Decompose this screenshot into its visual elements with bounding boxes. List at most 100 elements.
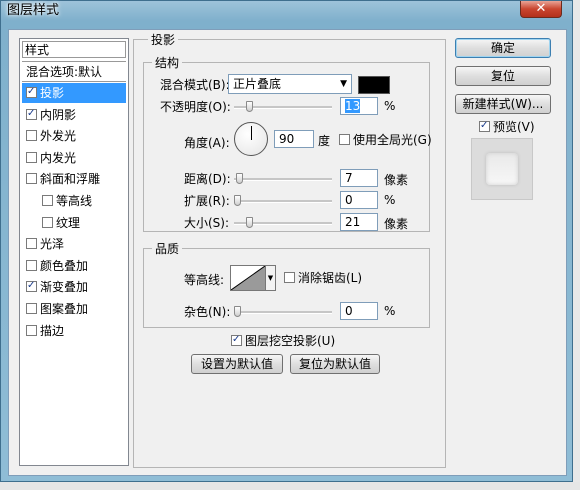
close-icon: ✕ xyxy=(535,1,547,16)
style-item-checkbox[interactable] xyxy=(26,173,37,185)
style-item-label: 投影 xyxy=(40,86,65,100)
quality-title: 品质 xyxy=(152,240,183,257)
background-strip-right xyxy=(573,0,580,490)
style-item[interactable]: 纹理 xyxy=(22,213,126,233)
styles-list: 样式 混合选项:默认 投影内阴影外发光内发光斜面和浮雕等高线纹理光泽颜色叠加渐变… xyxy=(19,38,129,466)
style-item-checkbox[interactable] xyxy=(26,324,37,336)
style-item-checkbox[interactable] xyxy=(26,151,37,163)
contour-label: 等高线: xyxy=(184,273,225,287)
opacity-slider[interactable] xyxy=(234,101,332,112)
title-bar[interactable]: 图层样式 ✕ xyxy=(1,1,572,23)
style-item[interactable]: 描边 xyxy=(22,321,126,341)
angle-unit: 度 xyxy=(318,134,331,148)
style-item[interactable]: 图案叠加 xyxy=(22,299,126,319)
style-item-checkbox[interactable] xyxy=(26,238,37,250)
angle-dial-hand xyxy=(251,126,252,140)
style-item-label: 描边 xyxy=(40,323,65,338)
style-item-label: 内阴影 xyxy=(40,107,77,122)
style-item-checkbox[interactable] xyxy=(42,195,53,206)
shadow-color-swatch[interactable] xyxy=(358,76,390,94)
size-slider-thumb[interactable] xyxy=(246,217,253,228)
global-light-checkbox[interactable]: 使用全局光(G) xyxy=(339,131,432,148)
style-item-checkbox[interactable] xyxy=(26,108,37,120)
contour-linear-icon xyxy=(230,265,266,291)
noise-slider-thumb[interactable] xyxy=(234,306,241,317)
set-default-button[interactable]: 设置为默认值 xyxy=(191,354,283,374)
opacity-input[interactable]: 13 xyxy=(340,97,378,115)
distance-unit: 像素 xyxy=(384,173,409,187)
noise-input[interactable]: 0 xyxy=(340,302,378,320)
preview-checkbox[interactable]: 预览(V) xyxy=(479,118,535,135)
style-item[interactable]: 颜色叠加 xyxy=(22,256,126,276)
knockout-check-box[interactable] xyxy=(231,335,242,346)
close-button[interactable]: ✕ xyxy=(520,1,562,18)
style-item-checkbox[interactable] xyxy=(26,130,37,142)
blend-mode-dropdown[interactable]: 正片叠底 ▼ xyxy=(228,74,352,94)
chevron-down-icon: ▼ xyxy=(340,79,347,89)
angle-input[interactable]: 90 xyxy=(274,130,314,148)
noise-slider[interactable] xyxy=(234,306,332,317)
style-item-label: 纹理 xyxy=(56,215,81,230)
knockout-checkbox[interactable]: 图层挖空投影(U) xyxy=(231,332,335,349)
style-item[interactable]: 外发光 xyxy=(22,126,126,146)
style-item-label: 颜色叠加 xyxy=(40,258,89,273)
drop-shadow-title: 投影 xyxy=(148,31,179,48)
layer-style-dialog: 图层样式 ✕ 样式 混合选项:默认 投影内阴影外发光内发光斜面和浮雕等高线纹理光… xyxy=(0,0,573,482)
reset-button[interactable]: 复位 xyxy=(455,66,551,86)
blend-options-label: 混合选项:默认 xyxy=(26,65,103,79)
ok-button[interactable]: 确定 xyxy=(455,38,551,58)
style-preview-swatch xyxy=(486,153,518,185)
quality-group: 品质 等高线: ▼ 消除锯齿(L) 杂色(N): 0 % xyxy=(143,240,430,328)
style-item[interactable]: 渐变叠加 xyxy=(22,277,126,297)
style-item-label: 等高线 xyxy=(56,194,93,208)
style-item-checkbox[interactable] xyxy=(26,87,37,98)
preview-check-box[interactable] xyxy=(479,121,490,132)
style-item[interactable]: 等高线 xyxy=(22,191,126,211)
style-item-label: 渐变叠加 xyxy=(40,280,89,295)
opacity-slider-thumb[interactable] xyxy=(246,101,253,112)
style-item-label: 光泽 xyxy=(40,237,65,252)
anti-alias-checkbox[interactable]: 消除锯齿(L) xyxy=(284,269,362,286)
structure-title: 结构 xyxy=(152,54,183,71)
angle-dial[interactable] xyxy=(234,122,268,156)
spread-slider[interactable] xyxy=(234,195,332,206)
global-light-check-box[interactable] xyxy=(339,134,350,145)
distance-input[interactable]: 7 xyxy=(340,169,378,187)
size-slider[interactable] xyxy=(234,217,332,228)
style-preview xyxy=(471,138,533,200)
reset-default-button[interactable]: 复位为默认值 xyxy=(290,354,380,374)
styles-list-header[interactable]: 样式 xyxy=(22,41,126,58)
contour-picker[interactable] xyxy=(230,265,266,291)
spread-unit: % xyxy=(384,193,396,207)
size-label: 大小(S): xyxy=(184,216,230,230)
style-item[interactable]: 内阴影 xyxy=(22,105,126,125)
background-strip-bottom xyxy=(0,482,580,490)
style-item-label: 图案叠加 xyxy=(40,302,89,316)
window-title: 图层样式 xyxy=(7,3,60,18)
spread-slider-thumb[interactable] xyxy=(234,195,241,206)
contour-dropdown-arrow[interactable]: ▼ xyxy=(266,265,276,291)
style-item[interactable]: 斜面和浮雕 xyxy=(22,169,126,189)
style-item-label: 内发光 xyxy=(40,150,77,165)
style-item[interactable]: 光泽 xyxy=(22,234,126,254)
size-input[interactable]: 21 xyxy=(340,213,378,231)
spread-label: 扩展(R): xyxy=(184,194,230,208)
drop-shadow-group: 投影 结构 混合模式(B): 正片叠底 ▼ 不透明度(O): 13 % 角度(A… xyxy=(133,31,446,468)
style-item[interactable]: 内发光 xyxy=(22,148,126,168)
blend-options-item[interactable]: 混合选项:默认 xyxy=(22,61,126,82)
distance-slider[interactable] xyxy=(234,173,332,184)
style-item[interactable]: 投影 xyxy=(22,83,126,103)
style-item-checkbox[interactable] xyxy=(42,216,53,228)
opacity-label: 不透明度(O): xyxy=(160,100,231,114)
dialog-client: 样式 混合选项:默认 投影内阴影外发光内发光斜面和浮雕等高线纹理光泽颜色叠加渐变… xyxy=(8,29,567,476)
style-item-checkbox[interactable] xyxy=(26,281,37,293)
noise-label: 杂色(N): xyxy=(184,305,231,319)
new-style-button[interactable]: 新建样式(W)... xyxy=(455,94,551,114)
anti-alias-check-box[interactable] xyxy=(284,272,295,283)
style-item-label: 外发光 xyxy=(40,129,77,144)
style-item-checkbox[interactable] xyxy=(26,259,37,271)
opacity-unit: % xyxy=(384,99,396,113)
distance-slider-thumb[interactable] xyxy=(236,173,243,184)
spread-input[interactable]: 0 xyxy=(340,191,378,209)
style-item-checkbox[interactable] xyxy=(26,303,37,314)
